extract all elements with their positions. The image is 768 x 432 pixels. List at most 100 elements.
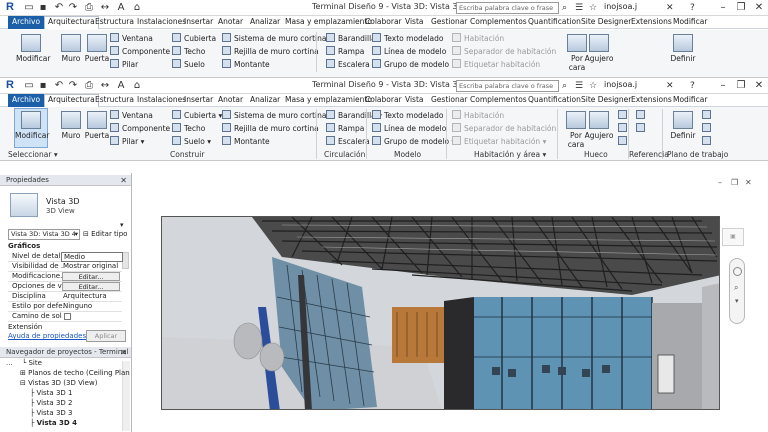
tab-instalaciones[interactable]: Instalaciones: [137, 95, 186, 104]
tab-vista[interactable]: Vista: [405, 95, 424, 104]
roof-button[interactable]: Cubierta ▾: [172, 110, 222, 122]
tab-quantification[interactable]: Quantification: [528, 95, 581, 104]
search-binoculars-icon[interactable]: ⌕: [562, 79, 567, 93]
back-model-line-button[interactable]: Línea de modelo: [372, 46, 446, 58]
restore-icon[interactable]: ❐: [732, 79, 750, 93]
tab-anotar[interactable]: Anotar: [218, 95, 243, 104]
floor-button[interactable]: Suelo ▾: [172, 136, 211, 148]
back-tab-colaborar[interactable]: Colaborar: [365, 17, 402, 26]
revit-logo-icon[interactable]: R: [6, 79, 18, 92]
tag-room-button[interactable]: Etiquetar habitación ▾: [452, 136, 546, 148]
model-line-button[interactable]: Línea de modelo: [372, 123, 446, 135]
print-icon[interactable]: ⎙: [82, 79, 96, 93]
back-curtain-grid-button[interactable]: Rejilla de muro cortina: [222, 46, 319, 58]
room-button[interactable]: Habitación: [452, 110, 504, 122]
back-tab-masa[interactable]: Masa y emplazamiento: [285, 17, 372, 26]
exchange-icon[interactable]: ✕: [666, 79, 674, 93]
back-tab-instalaciones[interactable]: Instalaciones: [137, 17, 186, 26]
redo-icon[interactable]: ↷: [66, 1, 80, 15]
back-user-name[interactable]: inojsoa.j: [604, 2, 637, 11]
ceiling-button[interactable]: Techo: [172, 123, 205, 135]
subscription-icon[interactable]: ☰: [575, 1, 583, 15]
minimize-icon[interactable]: –: [714, 1, 732, 15]
back-railing-button[interactable]: Barandilla: [326, 33, 376, 45]
tab-insertar[interactable]: Insertar: [184, 95, 213, 104]
close-icon[interactable]: ✕: [750, 1, 768, 15]
back-tab-quantification[interactable]: Quantification: [528, 17, 581, 26]
restore-icon[interactable]: ❐: [732, 1, 750, 15]
search-binoculars-icon[interactable]: ⌕: [562, 1, 567, 15]
stair-button[interactable]: Escalera: [326, 136, 370, 148]
back-search-input[interactable]: Escriba palabra clave o frase: [456, 2, 559, 14]
help-icon[interactable]: ?: [690, 1, 695, 15]
chevron-down-icon[interactable]: ▾: [205, 137, 211, 146]
view-cube-icon[interactable]: ▣: [722, 228, 744, 246]
room-separator-button[interactable]: Separador de habitación: [452, 123, 556, 135]
component-button[interactable]: Componente ▾: [110, 123, 176, 135]
chevron-down-icon[interactable]: ▾: [120, 221, 124, 229]
tab-gestionar[interactable]: Gestionar: [431, 95, 467, 104]
back-tag-room-button[interactable]: Etiquetar habitación: [452, 59, 540, 71]
edit-vg-button[interactable]: Editar...: [62, 272, 120, 281]
back-tab-extensions[interactable]: Extensions: [631, 17, 672, 26]
detail-level-input[interactable]: Medio: [61, 252, 123, 262]
back-tab-insertar[interactable]: Insertar: [184, 17, 213, 26]
view-restore-icon[interactable]: ❐: [731, 178, 738, 187]
curtain-system-button[interactable]: Sistema de muro cortina: [222, 110, 326, 122]
back-roof-button[interactable]: Cubierta: [172, 33, 216, 45]
back-column-button[interactable]: Pilar: [110, 59, 138, 71]
back-tab-gestionar[interactable]: Gestionar: [431, 17, 467, 26]
back-tab-modificar[interactable]: Modificar: [673, 17, 707, 26]
save-icon[interactable]: ▪: [36, 1, 50, 15]
undo-icon[interactable]: ↶: [52, 1, 66, 15]
tab-estructura[interactable]: Estructura: [95, 95, 134, 104]
show-workplane-button[interactable]: [702, 110, 714, 122]
tree-item-view-2[interactable]: ├ Vista 3D 2: [30, 399, 72, 407]
back-curtain-system-button[interactable]: Sistema de muro cortina: [222, 33, 326, 45]
tag-icon[interactable]: A: [114, 1, 128, 15]
modify-button[interactable]: Modificar: [14, 108, 49, 148]
back-ceiling-button[interactable]: Techo: [172, 46, 205, 58]
subscription-icon[interactable]: ☰: [575, 79, 583, 93]
redo-icon[interactable]: ↷: [66, 79, 80, 93]
close-icon[interactable]: ✕: [120, 347, 127, 358]
tab-analizar[interactable]: Analizar: [250, 95, 280, 104]
tree-item-view-4[interactable]: ├ Vista 3D 4: [30, 419, 77, 427]
print-icon[interactable]: ⎙: [82, 1, 96, 15]
front-search-input[interactable]: Escriba palabra clave o frase: [456, 80, 559, 92]
steering-wheel-icon[interactable]: [733, 267, 742, 276]
back-window-button[interactable]: Ventana: [110, 33, 153, 45]
mullion-button[interactable]: Montante: [222, 136, 270, 148]
property-value[interactable]: Arquitectura: [61, 292, 123, 300]
window-button[interactable]: Ventana: [110, 110, 153, 122]
back-tab-vista[interactable]: Vista: [405, 17, 424, 26]
tree-item-view-1[interactable]: ├ Vista 3D 1: [30, 389, 72, 397]
star-icon[interactable]: ☆: [589, 79, 597, 93]
back-model-group-button[interactable]: Grupo de modelo: [372, 59, 449, 71]
properties-help-link[interactable]: Ayuda de propiedades: [8, 332, 86, 340]
back-floor-button[interactable]: Suelo: [172, 59, 205, 71]
properties-scrollbar[interactable]: [122, 252, 129, 269]
open-icon[interactable]: ▭: [22, 1, 36, 15]
tag-icon[interactable]: A: [114, 79, 128, 93]
level-button[interactable]: [636, 110, 648, 122]
expand-plus-icon[interactable]: ⊞: [20, 369, 28, 377]
back-tab-analizar[interactable]: Analizar: [250, 17, 280, 26]
tab-complementos[interactable]: Complementos: [470, 95, 527, 104]
panel-seleccionar[interactable]: Seleccionar ▾: [8, 150, 58, 159]
tab-masa[interactable]: Masa y emplazamiento: [285, 95, 372, 104]
back-component-button[interactable]: Componente: [110, 46, 170, 58]
zoom-icon[interactable]: ⌕: [734, 283, 738, 293]
model-group-button[interactable]: Grupo de modelo ▾: [372, 136, 455, 148]
close-icon[interactable]: ✕: [750, 79, 768, 93]
chevron-down-icon[interactable]: ▾: [138, 137, 145, 146]
tab-modificar[interactable]: Modificar: [673, 95, 707, 104]
shaft-button[interactable]: Agujero: [584, 109, 614, 140]
back-tab-archivo[interactable]: Archivo: [8, 16, 45, 29]
measure-icon[interactable]: ↔: [98, 1, 112, 15]
home-3d-icon[interactable]: ⌂: [130, 79, 144, 93]
revit-logo-icon[interactable]: R: [6, 1, 18, 14]
property-value[interactable]: Mostrar original: [61, 262, 123, 270]
open-icon[interactable]: ▭: [22, 79, 36, 93]
tree-item-view-3[interactable]: ├ Vista 3D 3: [30, 409, 72, 417]
